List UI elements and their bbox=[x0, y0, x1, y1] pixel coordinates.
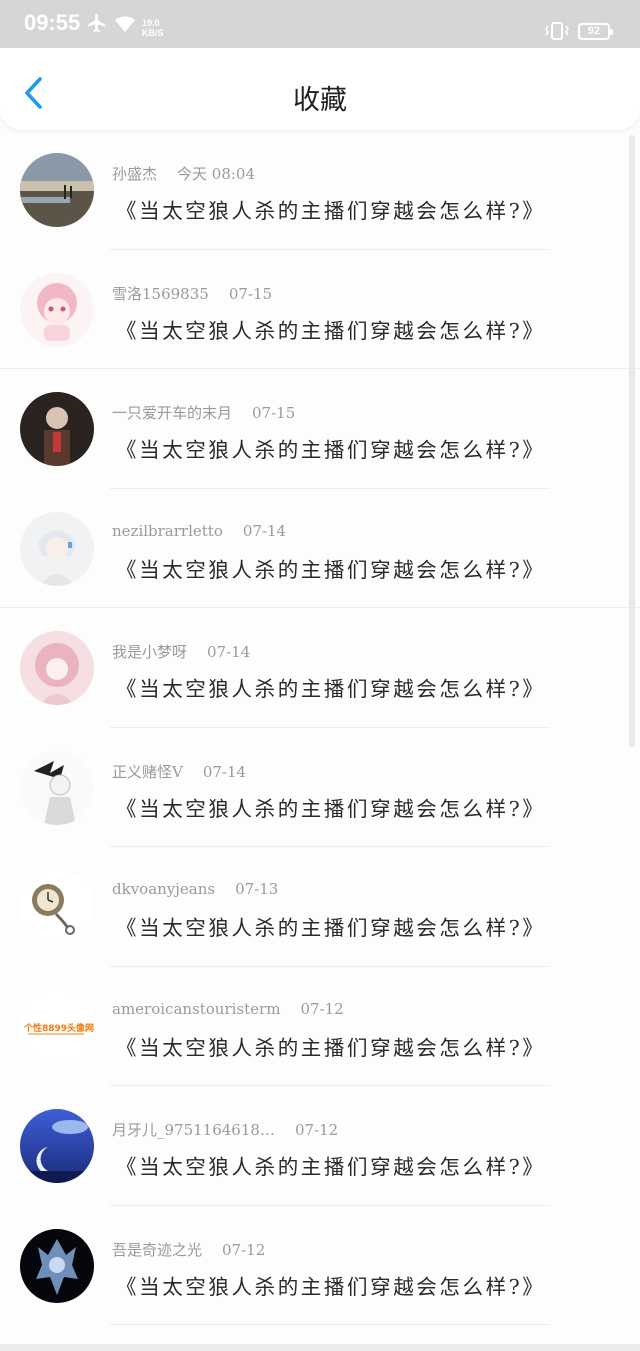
status-time: 09:55 bbox=[24, 10, 81, 35]
avatar bbox=[20, 392, 94, 466]
timestamp: 07-13 bbox=[235, 880, 279, 898]
item-title[interactable]: 《当太空狼人杀的主播们穿越会怎么样?》 bbox=[116, 911, 545, 941]
status-bar: 09:55 19.0 KB/S 92 bbox=[0, 0, 640, 48]
item-meta: 我是小梦呀 07-14 bbox=[112, 641, 250, 662]
timestamp: 07-15 bbox=[252, 404, 296, 422]
item-title[interactable]: 《当太空狼人杀的主播们穿越会怎么样?》 bbox=[116, 433, 545, 463]
item-title[interactable]: 《当太空狼人杀的主播们穿越会怎么样?》 bbox=[116, 672, 545, 702]
network-speed: 19.0 KB/S bbox=[142, 18, 164, 38]
item-meta: 吾是奇迹之光 07-12 bbox=[112, 1239, 265, 1260]
item-meta: 正义赌怪V 07-14 bbox=[112, 761, 246, 782]
item-meta: 雪洛1569835 07-15 bbox=[112, 283, 272, 304]
item-title[interactable]: 《当太空狼人杀的主播们穿越会怎么样?》 bbox=[116, 792, 545, 822]
favorites-list: 孙盛杰 今天 08:04 《当太空狼人杀的主播们穿越会怎么样?》 雪洛156983… bbox=[0, 130, 640, 1325]
avatar bbox=[20, 153, 94, 227]
item-title[interactable]: 《当太空狼人杀的主播们穿越会怎么样?》 bbox=[116, 314, 545, 344]
battery-indicator: 92 bbox=[578, 23, 613, 40]
avatar bbox=[20, 631, 94, 705]
avatar bbox=[20, 1109, 94, 1183]
item-title[interactable]: 《当太空狼人杀的主播们穿越会怎么样?》 bbox=[116, 1150, 545, 1180]
timestamp: 07-12 bbox=[300, 999, 344, 1018]
username[interactable]: 孙盛杰 bbox=[112, 165, 157, 183]
item-title[interactable]: 《当太空狼人杀的主播们穿越会怎么样?》 bbox=[116, 553, 545, 583]
username[interactable]: 一只爱开车的末月 bbox=[112, 404, 232, 422]
avatar bbox=[20, 511, 94, 586]
list-item[interactable]: 正义赌怪V 07-14 《当太空狼人杀的主播们穿越会怎么样?》 bbox=[0, 728, 640, 847]
username[interactable]: 我是小梦呀 bbox=[112, 643, 187, 661]
avatar bbox=[20, 272, 94, 347]
username[interactable]: 月牙儿_9751164618… bbox=[112, 1121, 275, 1139]
username[interactable]: 正义赌怪V bbox=[112, 763, 183, 781]
timestamp: 07-12 bbox=[222, 1240, 266, 1259]
avatar bbox=[20, 750, 94, 825]
item-meta: 孙盛杰 今天 08:04 bbox=[112, 163, 255, 184]
list-item[interactable]: nezilbrarrletto 07-14 《当太空狼人杀的主播们穿越会怎么样?》 bbox=[0, 489, 640, 608]
avatar bbox=[20, 870, 94, 944]
item-meta: 月牙儿_9751164618… 07-12 bbox=[112, 1119, 338, 1140]
item-meta: nezilbrarrletto 07-14 bbox=[112, 522, 286, 540]
divider bbox=[110, 1324, 550, 1325]
item-title[interactable]: 《当太空狼人杀的主播们穿越会怎么样?》 bbox=[116, 1270, 545, 1300]
timestamp: 07-14 bbox=[202, 762, 247, 781]
avatar bbox=[20, 1228, 94, 1303]
timestamp: 07-14 bbox=[242, 521, 287, 540]
list-item[interactable]: dkvoanyjeans 07-13 《当太空狼人杀的主播们穿越会怎么样?》 bbox=[0, 847, 640, 967]
avatar: 个性8899头像网 bbox=[20, 989, 94, 1064]
scrollbar[interactable] bbox=[629, 135, 635, 747]
list-item[interactable]: 吾是奇迹之光 07-12 《当太空狼人杀的主播们穿越会怎么样?》 bbox=[0, 1206, 640, 1325]
list-item[interactable]: 月牙儿_9751164618… 07-12 《当太空狼人杀的主播们穿越会怎么样?》 bbox=[0, 1086, 640, 1206]
list-item[interactable]: 一只爱开车的末月 07-15 《当太空狼人杀的主播们穿越会怎么样?》 bbox=[0, 369, 640, 489]
wifi-icon bbox=[115, 16, 135, 32]
username[interactable]: 吾是奇迹之光 bbox=[112, 1241, 202, 1259]
timestamp: 今天 08:04 bbox=[177, 165, 256, 183]
username[interactable]: dkvoanyjeans bbox=[112, 880, 215, 898]
list-item[interactable]: 我是小梦呀 07-14 《当太空狼人杀的主播们穿越会怎么样?》 bbox=[0, 608, 640, 728]
list-item[interactable]: 雪洛1569835 07-15 《当太空狼人杀的主播们穿越会怎么样?》 bbox=[0, 250, 640, 369]
item-title[interactable]: 《当太空狼人杀的主播们穿越会怎么样?》 bbox=[116, 1031, 545, 1061]
timestamp: 07-12 bbox=[294, 1121, 339, 1139]
vibrate-icon bbox=[545, 22, 569, 40]
header-bar: 收藏 bbox=[0, 48, 640, 130]
item-meta: ameroicanstouristerm 07-12 bbox=[112, 1000, 344, 1018]
username[interactable]: ameroicanstouristerm bbox=[112, 1000, 280, 1018]
username[interactable]: 雪洛1569835 bbox=[112, 285, 209, 303]
page-title: 收藏 bbox=[293, 85, 347, 116]
next-item-peek bbox=[0, 1344, 640, 1351]
item-title[interactable]: 《当太空狼人杀的主播们穿越会怎么样?》 bbox=[116, 194, 545, 224]
timestamp: 07-14 bbox=[207, 643, 251, 661]
airplane-mode-icon bbox=[87, 13, 106, 33]
timestamp: 07-15 bbox=[228, 284, 273, 303]
list-item[interactable]: 个性8899头像网 ameroicanstouristerm 07-12 《当太空… bbox=[0, 967, 640, 1086]
item-meta: 一只爱开车的末月 07-15 bbox=[112, 402, 295, 423]
item-meta: dkvoanyjeans 07-13 bbox=[112, 880, 278, 898]
list-item[interactable]: 孙盛杰 今天 08:04 《当太空狼人杀的主播们穿越会怎么样?》 bbox=[0, 130, 640, 250]
username[interactable]: nezilbrarrletto bbox=[112, 522, 223, 540]
